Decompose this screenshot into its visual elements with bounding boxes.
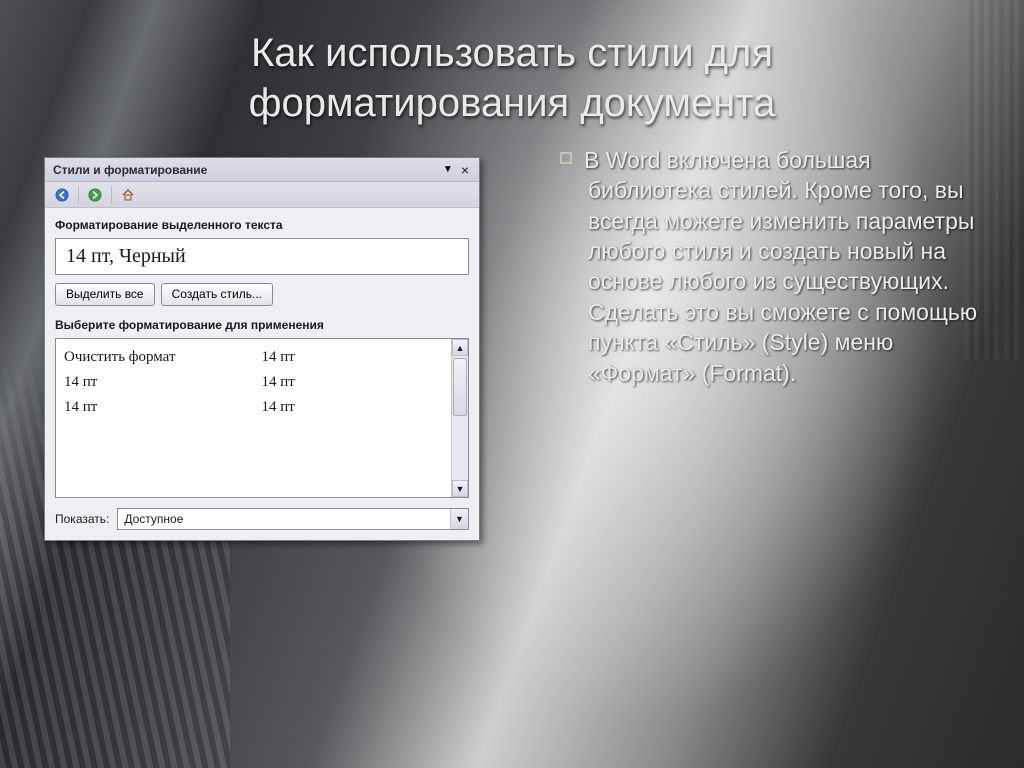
chevron-down-icon[interactable]: ▼ <box>450 509 468 529</box>
list-item[interactable]: 14 пт <box>64 370 246 395</box>
section-label-apply: Выберите форматирование для применения <box>55 318 469 332</box>
nav-home-button[interactable] <box>117 185 139 205</box>
section-label-current: Форматирование выделенного текста <box>55 218 469 232</box>
list-item[interactable]: 14 пт <box>262 345 444 370</box>
pane-content: Форматирование выделенного текста 14 пт,… <box>45 208 479 540</box>
nav-separator <box>78 186 79 204</box>
scroll-down-icon[interactable]: ▼ <box>452 480 468 497</box>
show-row: Показать: Доступное ▼ <box>55 508 469 530</box>
list-item[interactable]: 14 пт <box>262 370 444 395</box>
format-list-col1: Очистить формат 14 пт 14 пт <box>56 339 254 497</box>
list-item[interactable]: 14 пт <box>262 395 444 420</box>
show-value: Доступное <box>124 512 450 526</box>
scroll-thumb[interactable] <box>453 358 467 416</box>
pane-navbar <box>45 182 479 208</box>
nav-forward-button[interactable] <box>84 185 106 205</box>
body-paragraph: В Word включена большая библиотека стиле… <box>584 147 977 386</box>
slide: Как использовать стили для форматировани… <box>0 0 1024 768</box>
vertical-scrollbar[interactable]: ▲ ▼ <box>451 339 468 497</box>
show-label: Показать: <box>55 512 109 526</box>
create-style-button[interactable]: Создать стиль... <box>161 283 273 306</box>
show-combobox[interactable]: Доступное ▼ <box>117 508 469 530</box>
pane-titlebar: Стили и форматирование ▼ × <box>45 158 479 182</box>
slide-body: В Word включена большая библиотека стиле… <box>560 145 990 388</box>
button-row: Выделить все Создать стиль... <box>55 283 469 306</box>
styles-pane: Стили и форматирование ▼ × Форматировани… <box>44 157 480 541</box>
select-all-button[interactable]: Выделить все <box>55 283 155 306</box>
close-icon[interactable]: × <box>457 162 473 178</box>
list-item[interactable]: Очистить формат <box>64 345 246 370</box>
scroll-up-icon[interactable]: ▲ <box>452 339 468 356</box>
format-list[interactable]: Очистить формат 14 пт 14 пт 14 пт 14 пт … <box>55 338 469 498</box>
bullet-icon <box>560 152 572 164</box>
scroll-track[interactable] <box>452 356 468 480</box>
pane-menu-dropdown[interactable]: ▼ <box>439 162 457 177</box>
list-item[interactable]: 14 пт <box>64 395 246 420</box>
nav-back-button[interactable] <box>51 185 73 205</box>
format-list-col2: 14 пт 14 пт 14 пт <box>254 339 452 497</box>
slide-title: Как использовать стили для форматировани… <box>0 28 1024 128</box>
pane-title: Стили и форматирование <box>53 163 439 177</box>
nav-separator <box>111 186 112 204</box>
current-format-display[interactable]: 14 пт, Черный <box>55 238 469 275</box>
